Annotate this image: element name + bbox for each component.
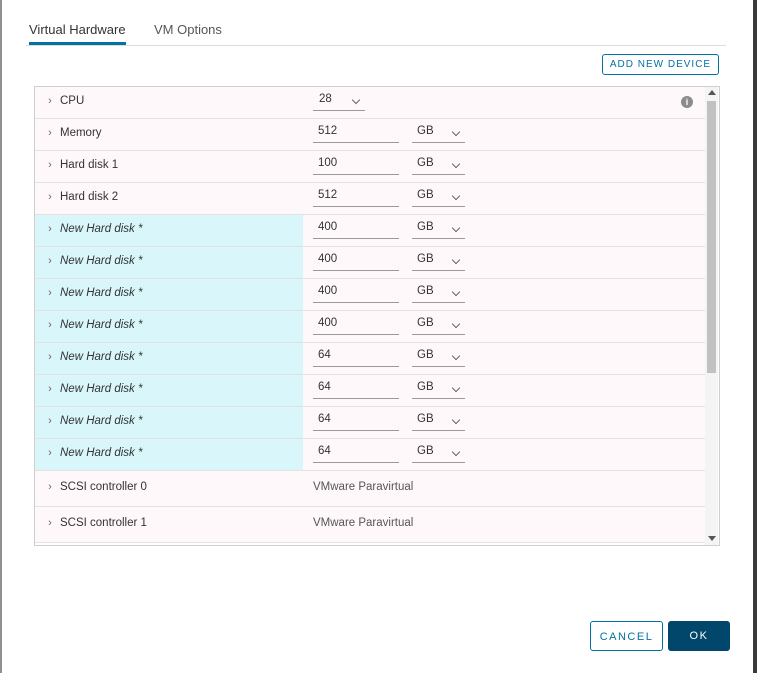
scroll-down-icon[interactable] bbox=[708, 536, 716, 541]
new-hard-disk-label: New Hard disk * bbox=[60, 447, 143, 459]
tab-virtual-hardware[interactable]: Virtual Hardware bbox=[29, 22, 126, 45]
tab-bar: Virtual Hardware VM Options bbox=[26, 0, 726, 46]
new-hard-disk-row: › New Hard disk * 400 GB bbox=[35, 311, 705, 343]
new-hard-disk-label: New Hard disk * bbox=[60, 351, 143, 363]
hard-disk-2-input[interactable]: 512 bbox=[313, 189, 399, 207]
scsi-controller-1-type: VMware Paravirtual bbox=[313, 517, 414, 529]
new-hard-disk-label: New Hard disk * bbox=[60, 319, 143, 331]
new-hard-disk-label: New Hard disk * bbox=[60, 255, 143, 267]
chevron-down-icon bbox=[451, 415, 461, 425]
hard-disk-2-label: Hard disk 2 bbox=[60, 191, 119, 203]
grid-scrollbar[interactable] bbox=[705, 87, 718, 545]
chevron-right-icon[interactable]: › bbox=[45, 191, 55, 203]
hard-disk-1-unit-select[interactable]: GB bbox=[412, 157, 465, 175]
info-icon[interactable]: i bbox=[681, 96, 693, 108]
ok-button[interactable]: OK bbox=[668, 621, 730, 651]
window-edge-left bbox=[0, 0, 2, 673]
new-hard-disk-row: › New Hard disk * 400 GB bbox=[35, 279, 705, 311]
cpu-select[interactable]: 28 bbox=[313, 93, 365, 111]
chevron-right-icon[interactable]: › bbox=[45, 287, 55, 299]
cpu-row: › CPU 28 i bbox=[35, 87, 705, 119]
chevron-down-icon bbox=[451, 383, 461, 393]
chevron-right-icon[interactable]: › bbox=[45, 517, 55, 529]
new-hard-disk-label: New Hard disk * bbox=[60, 287, 143, 299]
chevron-down-icon bbox=[451, 127, 461, 137]
hard-disk-1-label: Hard disk 1 bbox=[60, 159, 119, 171]
chevron-down-icon bbox=[451, 447, 461, 457]
scsi-controller-0-label: SCSI controller 0 bbox=[60, 481, 147, 493]
new-hard-disk-input[interactable]: 400 bbox=[313, 253, 399, 271]
new-hard-disk-unit-select[interactable]: GB bbox=[412, 221, 465, 239]
scsi-controller-1-label: SCSI controller 1 bbox=[60, 517, 147, 529]
memory-row: › Memory 512 GB bbox=[35, 119, 705, 151]
new-hard-disk-input[interactable]: 400 bbox=[313, 317, 399, 335]
chevron-right-icon[interactable]: › bbox=[45, 383, 55, 395]
chevron-down-icon bbox=[451, 255, 461, 265]
chevron-right-icon[interactable]: › bbox=[45, 127, 55, 139]
new-hard-disk-unit-select[interactable]: GB bbox=[412, 445, 465, 463]
scroll-up-icon[interactable] bbox=[708, 90, 716, 95]
new-hard-disk-input[interactable]: 64 bbox=[313, 381, 399, 399]
chevron-right-icon[interactable]: › bbox=[45, 481, 55, 493]
chevron-down-icon bbox=[451, 159, 461, 169]
scsi-controller-0-type: VMware Paravirtual bbox=[313, 481, 414, 493]
new-hard-disk-row: › New Hard disk * 64 GB bbox=[35, 439, 705, 471]
chevron-right-icon[interactable]: › bbox=[45, 447, 55, 459]
new-hard-disk-unit-select[interactable]: GB bbox=[412, 285, 465, 303]
hard-disk-2-unit-select[interactable]: GB bbox=[412, 189, 465, 207]
add-new-device-button[interactable]: ADD NEW DEVICE bbox=[602, 54, 719, 75]
hardware-grid: › CPU 28 i › Memory 512 GB › Hard disk 1… bbox=[34, 86, 720, 546]
new-hard-disk-unit-select[interactable]: GB bbox=[412, 317, 465, 335]
new-hard-disk-input[interactable]: 64 bbox=[313, 413, 399, 431]
memory-input[interactable]: 512 bbox=[313, 125, 399, 143]
new-hard-disk-row: › New Hard disk * 400 GB bbox=[35, 247, 705, 279]
new-hard-disk-label: New Hard disk * bbox=[60, 415, 143, 427]
new-hard-disk-row: › New Hard disk * 64 GB bbox=[35, 407, 705, 439]
chevron-down-icon bbox=[451, 351, 461, 361]
new-hard-disk-unit-select[interactable]: GB bbox=[412, 253, 465, 271]
chevron-right-icon[interactable]: › bbox=[45, 319, 55, 331]
new-hard-disk-row: › New Hard disk * 64 GB bbox=[35, 375, 705, 407]
cpu-label: CPU bbox=[60, 95, 85, 107]
scroll-thumb[interactable] bbox=[707, 101, 716, 373]
chevron-down-icon bbox=[351, 95, 361, 105]
new-hard-disk-input[interactable]: 400 bbox=[313, 221, 399, 239]
new-hard-disk-unit-select[interactable]: GB bbox=[412, 349, 465, 367]
new-hard-disk-input[interactable]: 64 bbox=[313, 445, 399, 463]
new-hard-disk-input[interactable]: 400 bbox=[313, 285, 399, 303]
chevron-right-icon[interactable]: › bbox=[45, 351, 55, 363]
hard-disk-2-row: › Hard disk 2 512 GB bbox=[35, 183, 705, 215]
memory-unit-select[interactable]: GB bbox=[412, 125, 465, 143]
chevron-down-icon bbox=[451, 223, 461, 233]
hard-disk-1-input[interactable]: 100 bbox=[313, 157, 399, 175]
chevron-right-icon[interactable]: › bbox=[45, 415, 55, 427]
chevron-right-icon[interactable]: › bbox=[45, 159, 55, 171]
chevron-down-icon bbox=[451, 191, 461, 201]
new-hard-disk-row: › New Hard disk * 64 GB bbox=[35, 343, 705, 375]
memory-label: Memory bbox=[60, 127, 102, 139]
chevron-right-icon[interactable]: › bbox=[45, 223, 55, 235]
tab-vm-options[interactable]: VM Options bbox=[154, 22, 222, 37]
chevron-right-icon[interactable]: › bbox=[45, 95, 55, 107]
scsi-controller-0-row: › SCSI controller 0 VMware Paravirtual bbox=[35, 471, 705, 507]
chevron-down-icon bbox=[451, 287, 461, 297]
scsi-controller-1-row: › SCSI controller 1 VMware Paravirtual bbox=[35, 507, 705, 543]
new-hard-disk-input[interactable]: 64 bbox=[313, 349, 399, 367]
chevron-down-icon bbox=[451, 319, 461, 329]
hard-disk-1-row: › Hard disk 1 100 GB bbox=[35, 151, 705, 183]
chevron-right-icon[interactable]: › bbox=[45, 255, 55, 267]
new-hard-disk-label: New Hard disk * bbox=[60, 383, 143, 395]
new-hard-disk-label: New Hard disk * bbox=[60, 223, 143, 235]
cancel-button[interactable]: CANCEL bbox=[590, 621, 663, 651]
new-hard-disk-unit-select[interactable]: GB bbox=[412, 413, 465, 431]
new-hard-disk-row: › New Hard disk * 400 GB bbox=[35, 215, 705, 247]
window-edge-right bbox=[753, 0, 757, 673]
new-hard-disk-unit-select[interactable]: GB bbox=[412, 381, 465, 399]
